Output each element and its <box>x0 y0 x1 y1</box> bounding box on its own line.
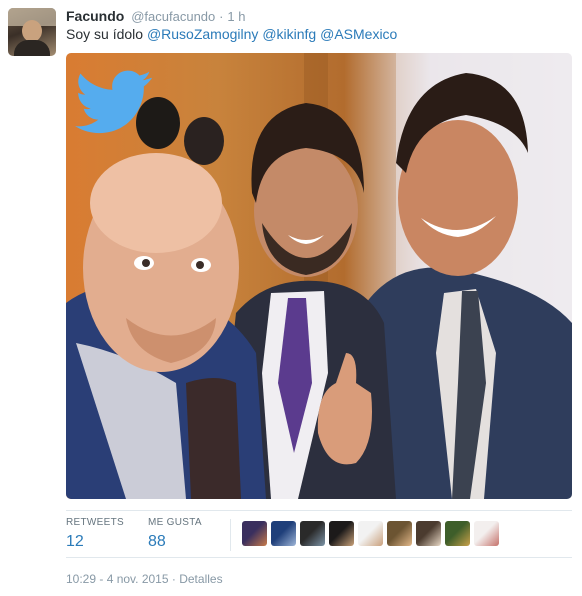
likes-stat[interactable]: ME GUSTA 88 <box>148 517 202 553</box>
liker-avatar[interactable] <box>474 521 499 546</box>
liker-avatar[interactable] <box>300 521 325 546</box>
likes-label: ME GUSTA <box>148 517 202 528</box>
liker-avatar[interactable] <box>445 521 470 546</box>
tweet-header: Facundo @facufacundo · 1 h <box>66 6 245 26</box>
tweet-timestamp[interactable]: 10:29 - 4 nov. 2015 <box>66 572 169 586</box>
author-avatar[interactable] <box>8 8 56 56</box>
mention-link[interactable]: @ASMexico <box>320 26 397 42</box>
liker-avatar[interactable] <box>358 521 383 546</box>
tweet-text-plain: Soy su ídolo <box>66 26 147 42</box>
tweet: Facundo @facufacundo · 1 h Soy su ídolo … <box>0 0 582 596</box>
tweet-text: Soy su ídolo @RusoZamogilny @kikinfg @AS… <box>66 25 397 43</box>
details-link[interactable]: Detalles <box>179 572 222 586</box>
tweet-photo[interactable] <box>66 53 572 499</box>
likes-count[interactable]: 88 <box>148 531 202 553</box>
liker-avatar[interactable] <box>387 521 412 546</box>
header-separator: · <box>219 9 224 24</box>
liker-avatar[interactable] <box>271 521 296 546</box>
liker-avatar[interactable] <box>242 521 267 546</box>
tweet-footer: 10:29 - 4 nov. 2015 · Detalles <box>66 571 223 587</box>
liker-avatar[interactable] <box>329 521 354 546</box>
retweets-stat[interactable]: RETWEETS 12 <box>66 517 124 553</box>
mention-link[interactable]: @RusoZamogilny <box>147 26 258 42</box>
liker-avatar[interactable] <box>416 521 441 546</box>
retweets-label: RETWEETS <box>66 517 124 528</box>
mention-link[interactable]: @kikinfg <box>262 26 316 42</box>
author-name[interactable]: Facundo <box>66 8 124 24</box>
tweet-stats: RETWEETS 12 ME GUSTA 88 <box>66 510 572 558</box>
stats-divider <box>230 519 231 551</box>
footer-separator: · <box>171 572 176 586</box>
selfie-photo-illustration <box>66 53 572 499</box>
tweet-time[interactable]: 1 h <box>227 9 245 24</box>
author-handle[interactable]: @facufacundo <box>131 9 215 24</box>
retweets-count[interactable]: 12 <box>66 531 124 553</box>
